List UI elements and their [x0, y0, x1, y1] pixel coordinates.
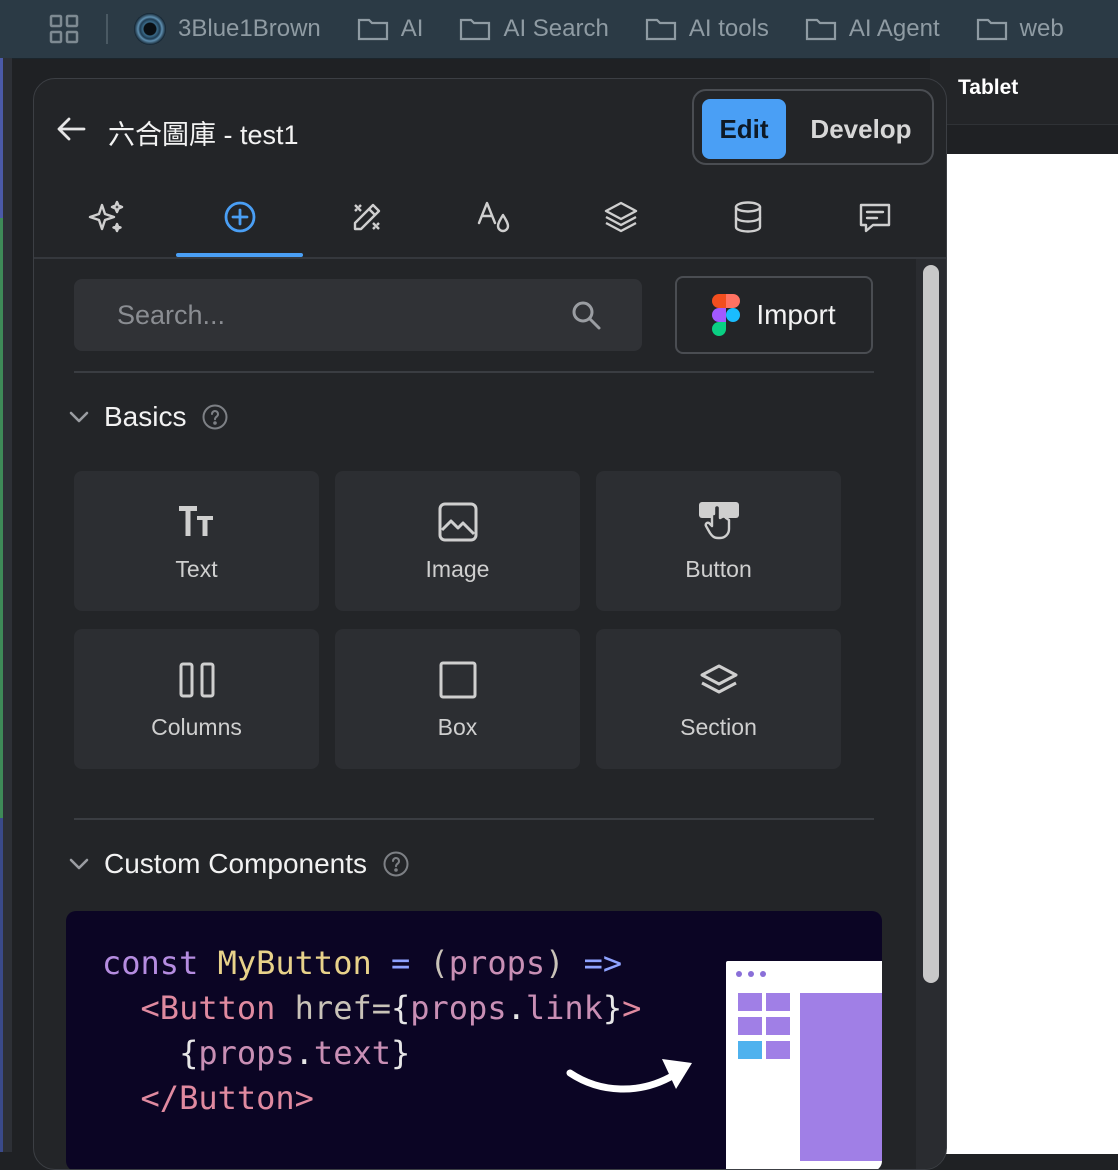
- basic-item-image[interactable]: Image: [335, 471, 580, 611]
- folder-icon: [645, 18, 676, 41]
- bookmarks-separator: [106, 14, 108, 44]
- bookmark-folder-ai-tools[interactable]: AI tools: [645, 15, 769, 43]
- image-icon: [438, 502, 477, 541]
- tab-theme[interactable]: [430, 179, 557, 255]
- panel-header: 六合圖庫 - test1 Edit Develop: [34, 79, 946, 179]
- tab-ai[interactable]: [42, 179, 169, 255]
- rendered-component-preview: [726, 961, 882, 1169]
- editor-panel: 六合圖庫 - test1 Edit Develop Search... Impo…: [33, 78, 947, 1170]
- canvas-area: Tablet: [930, 58, 1118, 1154]
- tab-design[interactable]: [303, 179, 430, 255]
- project-title: 六合圖庫 - test1: [108, 120, 299, 150]
- chevron-down-icon: [69, 858, 89, 870]
- basic-item-label: Box: [437, 713, 478, 740]
- pencil-ruler-icon: [353, 203, 380, 231]
- typography-drop-icon: [477, 201, 509, 233]
- 3blue1brown-logo: [134, 13, 166, 45]
- chevron-down-icon: [69, 411, 89, 423]
- device-bar: Tablet: [930, 58, 1118, 125]
- layers-icon: [604, 201, 637, 233]
- edit-mode-button[interactable]: Edit: [702, 99, 786, 159]
- bookmark-label: AI: [400, 15, 424, 42]
- basic-item-label: Section: [680, 713, 757, 740]
- basic-item-label: Button: [685, 555, 752, 582]
- bookmark-label: AI Agent: [848, 15, 940, 42]
- columns-icon: [179, 662, 214, 697]
- curved-arrow-icon: [566, 1059, 692, 1093]
- panel-scrollbar[interactable]: [916, 259, 946, 1169]
- bookmark-folder-ai[interactable]: AI: [357, 15, 424, 43]
- search-icon[interactable]: [568, 297, 604, 333]
- help-circle-icon[interactable]: [202, 404, 228, 430]
- bookmark-3blue1brown[interactable]: 3Blue1Brown: [134, 13, 321, 45]
- search-input[interactable]: [115, 298, 559, 332]
- figma-logo-icon: [712, 294, 741, 336]
- help-circle-icon[interactable]: [383, 851, 409, 877]
- bookmarks-bar: 3Blue1Brown AI AI Search AI tools AI Age…: [0, 0, 1118, 59]
- basic-item-label: Text: [175, 555, 218, 582]
- box-icon: [439, 661, 476, 698]
- basic-item-box[interactable]: Box: [335, 629, 580, 769]
- bookmark-folder-web[interactable]: web: [976, 15, 1064, 43]
- back-arrow-icon[interactable]: [54, 112, 88, 146]
- message-icon: [859, 203, 890, 233]
- develop-mode-button[interactable]: Develop: [798, 99, 924, 159]
- plus-circle-icon: [224, 201, 255, 233]
- divider: [74, 818, 874, 820]
- basics-section-header[interactable]: Basics: [66, 401, 228, 433]
- folder-icon: [460, 18, 491, 41]
- folder-icon: [805, 18, 836, 41]
- bookmark-label: AI tools: [688, 15, 769, 42]
- basic-item-text[interactable]: Text: [74, 471, 319, 611]
- code-sample: const MyButton = (props) => <Button href…: [102, 944, 642, 1117]
- bookmark-label: 3Blue1Brown: [178, 15, 321, 42]
- basic-item-label: Columns: [151, 713, 242, 740]
- bookmark-folder-ai-agent[interactable]: AI Agent: [805, 15, 940, 43]
- divider: [74, 371, 874, 373]
- basic-item-button[interactable]: Button: [596, 471, 841, 611]
- mode-toggle: Edit Develop: [692, 89, 934, 165]
- import-figma-button[interactable]: Import: [675, 276, 873, 354]
- tab-layers[interactable]: [557, 179, 684, 255]
- tab-comments[interactable]: [811, 179, 938, 255]
- device-label-tablet[interactable]: Tablet: [958, 76, 1018, 100]
- database-icon: [734, 201, 761, 233]
- window-edge: [0, 58, 12, 1152]
- panel-tabs: [34, 179, 946, 259]
- basic-item-label: Image: [425, 555, 490, 582]
- custom-components-title: Custom Components: [104, 848, 368, 879]
- bookmark-folder-ai-search[interactable]: AI Search: [459, 15, 609, 43]
- insert-panel-content: Import Basics Text Image: [34, 259, 946, 1169]
- custom-components-section-header[interactable]: Custom Components: [66, 848, 409, 880]
- basic-item-columns[interactable]: Columns: [74, 629, 319, 769]
- tab-data[interactable]: [684, 179, 811, 255]
- import-label: Import: [756, 299, 836, 330]
- search-box: [74, 279, 642, 351]
- sparkles-icon: [88, 200, 123, 233]
- text-size-icon: [178, 505, 213, 536]
- folder-icon: [976, 18, 1007, 41]
- folder-icon: [357, 18, 388, 41]
- tab-insert[interactable]: [176, 179, 303, 257]
- button-pointer-icon: [698, 501, 739, 539]
- bookmark-label: AI Search: [503, 15, 609, 42]
- apps-grid-icon[interactable]: [44, 9, 84, 49]
- basic-item-section[interactable]: Section: [596, 629, 841, 769]
- canvas-page[interactable]: [946, 154, 1118, 1154]
- section-layers-icon: [700, 664, 737, 693]
- scrollbar-thumb[interactable]: [923, 265, 939, 983]
- basics-title: Basics: [104, 401, 187, 432]
- layout-preview-graphic: [736, 971, 882, 1163]
- custom-components-banner[interactable]: const MyButton = (props) => <Button href…: [66, 911, 882, 1169]
- bookmark-label: web: [1019, 15, 1064, 42]
